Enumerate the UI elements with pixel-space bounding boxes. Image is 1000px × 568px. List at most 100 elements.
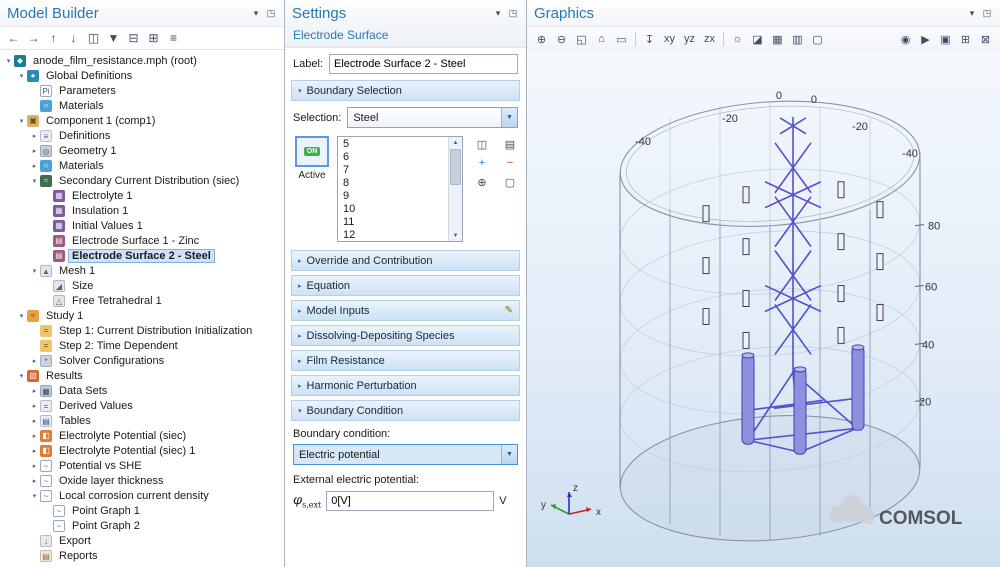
expand-arrow-icon[interactable]: ▸ (29, 462, 40, 470)
section-harmonic-perturbation[interactable]: ▸Harmonic Perturbation (291, 375, 520, 396)
expand-arrow-icon[interactable]: ▸ (29, 132, 40, 140)
collapse-all-icon[interactable]: ⊟ (124, 29, 143, 48)
go-to-default-view-icon[interactable]: ⌂ (592, 30, 611, 49)
tree-menu-icon[interactable]: ≡ (164, 29, 183, 48)
selection-list-item[interactable]: 11 (338, 216, 448, 229)
panel-menu-icon[interactable]: ▾ (492, 7, 504, 19)
tree-item-reports[interactable]: ▤Reports (0, 548, 284, 563)
tree-item-study-1[interactable]: ▾≈Study 1 (0, 308, 284, 323)
external-potential-input[interactable] (326, 491, 494, 511)
section-boundary-condition[interactable]: ▾Boundary Condition (291, 400, 520, 421)
collapse-arrow-icon[interactable]: ▾ (16, 117, 27, 125)
scrollbar-thumb[interactable] (450, 149, 461, 185)
tree-item-electrode-surface-2-steel[interactable]: ▤Electrode Surface 2 - Steel (0, 248, 284, 263)
scene-light-icon[interactable]: ☼ (728, 30, 747, 49)
expand-arrow-icon[interactable]: ▸ (29, 402, 40, 410)
plot-window-icon[interactable]: ▣ (936, 30, 955, 49)
tree-item-step-1-current-distribution-initialization[interactable]: =Step 1: Current Distribution Initializa… (0, 323, 284, 338)
move-down-icon[interactable]: ↓ (64, 29, 83, 48)
tree-item-export[interactable]: ↓Export (0, 533, 284, 548)
detach-panel-icon[interactable]: ◳ (981, 7, 993, 19)
tree-item-geometry-1[interactable]: ▸◎Geometry 1 (0, 143, 284, 158)
graphics-canvas[interactable]: 0 -20 -40 0 -20 -40 80 60 40 20 (527, 51, 1000, 567)
view-yz-icon[interactable]: yz (680, 30, 699, 49)
image-snapshot-icon[interactable]: ◉ (896, 30, 915, 49)
expand-arrow-icon[interactable]: ▸ (29, 432, 40, 440)
expand-arrow-icon[interactable]: ▸ (29, 162, 40, 170)
tree-item-point-graph-2[interactable]: ~Point Graph 2 (0, 518, 284, 533)
tree-item-mesh-1[interactable]: ▾▲Mesh 1 (0, 263, 284, 278)
remove-from-selection-icon[interactable]: − (501, 155, 519, 171)
color-legend-icon[interactable]: ▥ (788, 30, 807, 49)
tree-item-data-sets[interactable]: ▸▦Data Sets (0, 383, 284, 398)
deselect-all-icon[interactable]: ▢ (501, 174, 519, 190)
selection-list-item[interactable]: 5 (338, 138, 448, 151)
collapse-arrow-icon[interactable]: ▾ (29, 492, 40, 500)
zoom-box-icon[interactable]: ▭ (612, 30, 631, 49)
go-to-view-icon[interactable]: ↧ (640, 30, 659, 49)
active-toggle[interactable]: ON Active (293, 136, 331, 181)
tree-item-insulation-1[interactable]: ▦Insulation 1 (0, 203, 284, 218)
tree-item-solver-configurations[interactable]: ▸*Solver Configurations (0, 353, 284, 368)
tree-item-tables[interactable]: ▸▤Tables (0, 413, 284, 428)
tree-item-electrolyte-potential-siec[interactable]: ▸◧Electrolyte Potential (siec) (0, 428, 284, 443)
zoom-in-icon[interactable]: ⊕ (532, 30, 551, 49)
collapse-arrow-icon[interactable]: ▾ (29, 177, 40, 185)
tree-item-definitions[interactable]: ▸≡Definitions (0, 128, 284, 143)
tree-item-materials[interactable]: ▸○Materials (0, 158, 284, 173)
panel-menu-icon[interactable]: ▾ (966, 7, 978, 19)
expand-arrow-icon[interactable]: ▸ (29, 477, 40, 485)
edit-model-inputs-icon[interactable]: ✎ (505, 305, 513, 316)
transparency-icon[interactable]: ◪ (748, 30, 767, 49)
tree-item-step-2-time-dependent[interactable]: =Step 2: Time Dependent (0, 338, 284, 353)
detach-panel-icon[interactable]: ◳ (265, 7, 277, 19)
collapse-arrow-icon[interactable]: ▾ (29, 267, 40, 275)
tree-item-initial-values-1[interactable]: ▦Initial Values 1 (0, 218, 284, 233)
wireframe-icon[interactable]: ▦ (768, 30, 787, 49)
show-options-icon[interactable]: ◫ (84, 29, 103, 48)
tree-item-free-tetrahedral-1[interactable]: △Free Tetrahedral 1 (0, 293, 284, 308)
collapse-arrow-icon[interactable]: ▾ (16, 312, 27, 320)
tile-windows-icon[interactable]: ⊞ (956, 30, 975, 49)
expand-all-icon[interactable]: ⊞ (144, 29, 163, 48)
zoom-extents-icon[interactable]: ◱ (572, 30, 591, 49)
back-icon[interactable]: ← (4, 29, 23, 48)
section-dissolving-depositing-species[interactable]: ▸Dissolving-Depositing Species (291, 325, 520, 346)
section-film-resistance[interactable]: ▸Film Resistance (291, 350, 520, 371)
zoom-out-icon[interactable]: ⊖ (552, 30, 571, 49)
filter-icon[interactable]: ▼ (104, 29, 123, 48)
tree-item-materials[interactable]: ○Materials (0, 98, 284, 113)
view-xy-icon[interactable]: xy (660, 30, 679, 49)
boundary-condition-combo[interactable]: Electric potential ▼ (293, 444, 518, 465)
expand-arrow-icon[interactable]: ▸ (29, 147, 40, 155)
close-graphics-icon[interactable]: ⊠ (976, 30, 995, 49)
add-to-selection-icon[interactable]: + (473, 155, 491, 171)
view-zx-icon[interactable]: zx (700, 30, 719, 49)
expand-arrow-icon[interactable]: ▸ (29, 417, 40, 425)
select-box-icon[interactable]: ▢ (808, 30, 827, 49)
tree-item-secondary-current-distribution-siec[interactable]: ▾≈Secondary Current Distribution (siec) (0, 173, 284, 188)
selection-list-item[interactable]: 10 (338, 203, 448, 216)
detach-panel-icon[interactable]: ◳ (507, 7, 519, 19)
selection-list-item[interactable]: 12 (338, 229, 448, 241)
tree-item-oxide-layer-thickness[interactable]: ▸~Oxide layer thickness (0, 473, 284, 488)
section-equation[interactable]: ▸Equation (291, 275, 520, 296)
tree-item-electrolyte-1[interactable]: ▦Electrolyte 1 (0, 188, 284, 203)
tree-item-global-definitions[interactable]: ▾●Global Definitions (0, 68, 284, 83)
tree-item-derived-values[interactable]: ▸=Derived Values (0, 398, 284, 413)
chevron-down-icon[interactable]: ▼ (501, 445, 517, 464)
zoom-to-selection-icon[interactable]: ⊕ (473, 174, 491, 190)
selection-combo[interactable]: Steel ▼ (347, 107, 518, 128)
copy-selection-icon[interactable]: ◫ (473, 136, 491, 152)
forward-icon[interactable]: → (24, 29, 43, 48)
chevron-down-icon[interactable]: ▼ (501, 108, 517, 127)
tree-item-potential-vs-she[interactable]: ▸~Potential vs SHE (0, 458, 284, 473)
tree-item-electrolyte-potential-siec-1[interactable]: ▸◧Electrolyte Potential (siec) 1 (0, 443, 284, 458)
section-override-and-contribution[interactable]: ▸Override and Contribution (291, 250, 520, 271)
selection-list-item[interactable]: 6 (338, 151, 448, 164)
expand-arrow-icon[interactable]: ▸ (29, 357, 40, 365)
section-boundary-selection[interactable]: ▾ Boundary Selection (291, 80, 520, 101)
section-model-inputs[interactable]: ▸Model Inputs✎ (291, 300, 520, 321)
selection-list-scrollbar[interactable]: ▲ ▼ (448, 137, 462, 241)
tree-item-local-corrosion-current-density[interactable]: ▾~Local corrosion current density (0, 488, 284, 503)
